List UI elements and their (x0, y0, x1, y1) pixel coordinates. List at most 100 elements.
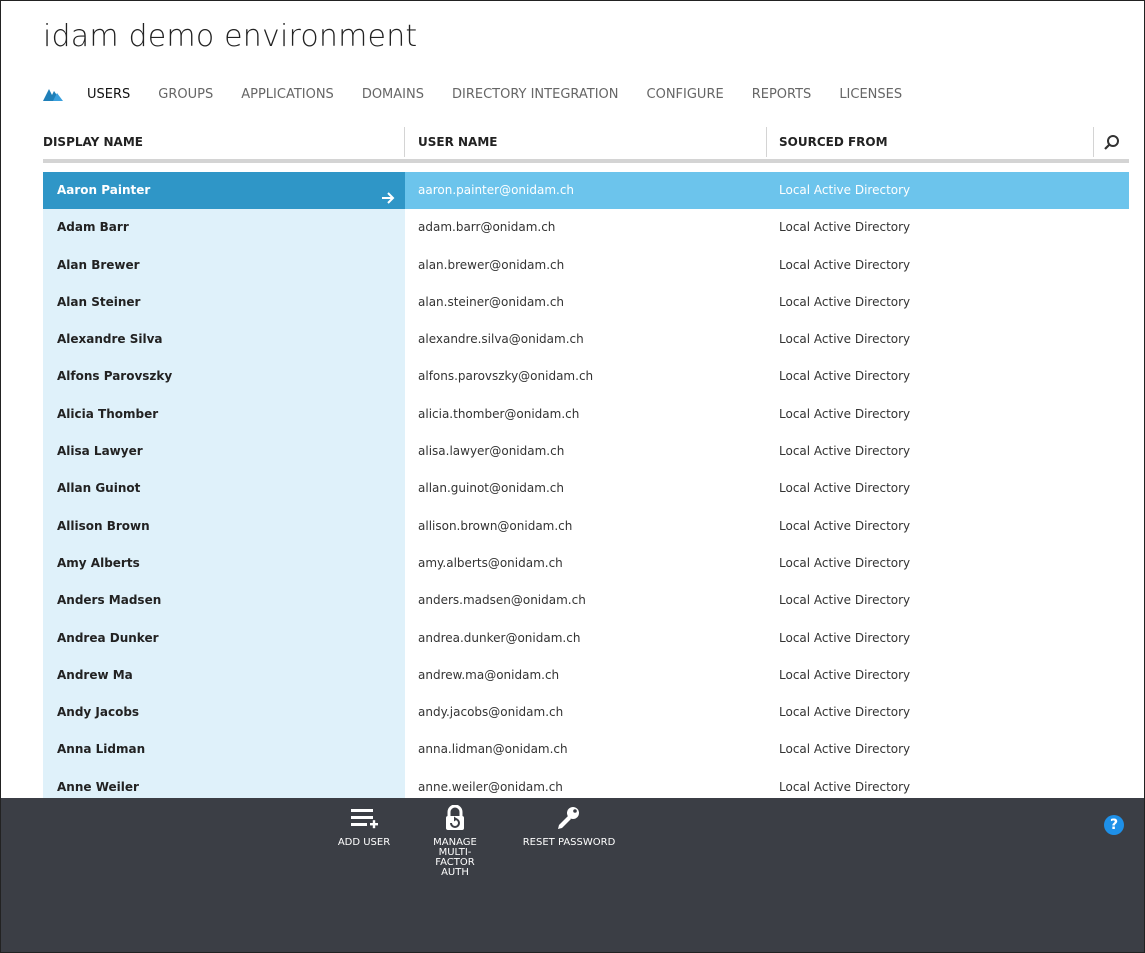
cell-sourced-from: Local Active Directory (779, 593, 911, 608)
cell-sourced-from: Local Active Directory (779, 369, 911, 384)
display-name-text: Amy Alberts (57, 555, 140, 570)
cell-display-name[interactable]: Alfons Parovszky (43, 358, 405, 396)
table-row[interactable]: Anna Lidman anna.lidman@onidam.ch Local Ac… (43, 731, 1129, 769)
cell-display-name[interactable]: Anna Lidman (43, 731, 405, 769)
portal-window: idam demo environment USERS GROUPS APPLI… (0, 0, 1145, 953)
tab-applications[interactable]: APPLICATIONS (241, 87, 334, 102)
cell-display-name[interactable]: Alexandre Silva (43, 321, 405, 359)
table-row[interactable]: Anders Madsen anders.madsen@onidam.ch Loca… (43, 582, 1129, 620)
cell-sourced-from: Local Active Directory (779, 555, 911, 570)
nav-bar: USERS GROUPS APPLICATIONS DOMAINS DIRECT… (41, 83, 930, 105)
cell-display-name[interactable]: Anders Madsen (43, 582, 405, 620)
table-row[interactable]: Alicia Thomber alicia.thomber@onidam.ch Lo… (43, 395, 1129, 434)
cell-display-name[interactable]: Andy Jacobs (43, 694, 405, 732)
cell-sourced-from: Local Active Directory (779, 667, 911, 682)
tab-licenses[interactable]: LICENSES (839, 87, 902, 102)
cell-user-name: alexandre.silva@onidam.ch (418, 332, 584, 347)
tab-reports[interactable]: REPORTS (752, 87, 812, 102)
table-row[interactable]: Andy Jacobs andy.jacobs@onidam.ch Local Ac… (43, 694, 1129, 732)
table-row[interactable]: Allan Guinot allan.guinot@onidam.ch Local … (43, 470, 1129, 508)
table-row[interactable]: Alan Brewer alan.brewer@onidam.ch Local Ac… (43, 246, 1129, 284)
column-divider[interactable] (766, 127, 767, 157)
cell-user-name: andrew.ma@onidam.ch (418, 667, 560, 682)
tab-domains[interactable]: DOMAINS (362, 87, 424, 102)
page-title: idam demo environment (43, 19, 418, 54)
cell-user-name: amy.alberts@onidam.ch (418, 555, 563, 570)
help-icon[interactable]: ? (1104, 815, 1124, 835)
cell-display-name[interactable]: Allan Guinot (43, 470, 405, 508)
display-name-text: Alfons Parovszky (57, 369, 173, 384)
display-name-text: Anne Weiler (57, 779, 139, 794)
add-user-label: ADD USER (337, 837, 391, 848)
arrow-right-icon[interactable] (381, 183, 395, 204)
table-row[interactable]: Aaron Painter aaron.painter@onidam.ch Loca… (43, 172, 1129, 210)
cell-display-name[interactable]: Alicia Thomber (43, 395, 405, 434)
cell-sourced-from: Local Active Directory (767, 172, 1129, 210)
header-display-name[interactable]: DISPLAY NAME (43, 125, 143, 159)
header-sourced-from[interactable]: SOURCED FROM (779, 125, 888, 159)
table-row[interactable]: Alan Steiner alan.steiner@onidam.ch Local … (43, 283, 1129, 322)
tab-directory-integration[interactable]: DIRECTORY INTEGRATION (452, 87, 619, 102)
table-row[interactable]: Alexandre Silva alexandre.silva@onidam.ch… (43, 321, 1129, 359)
cell-sourced-from: Local Active Directory (779, 332, 911, 347)
cell-sourced-from: Local Active Directory (779, 406, 911, 421)
cell-display-name[interactable]: Adam Barr (43, 209, 405, 247)
cloud-icon[interactable] (41, 85, 67, 103)
cell-user-name: andrea.dunker@onidam.ch (418, 630, 581, 645)
display-name-text: Alisa Lawyer (57, 444, 143, 459)
cell-sourced-from: Local Active Directory (779, 294, 911, 309)
cell-display-name[interactable]: Andrea Dunker (43, 619, 405, 657)
cell-display-name[interactable]: Alan Brewer (43, 246, 405, 284)
cell-display-name[interactable]: Aaron Painter (43, 172, 405, 210)
cell-display-name[interactable]: Andrew Ma (43, 656, 405, 695)
display-name-text: Adam Barr (57, 220, 129, 235)
tab-users[interactable]: USERS (87, 87, 130, 102)
add-user-button[interactable]: ADD USER (337, 804, 391, 848)
lock-icon (423, 804, 487, 832)
tab-configure[interactable]: CONFIGURE (647, 87, 724, 102)
cell-sourced-from: Local Active Directory (779, 220, 911, 235)
table-row[interactable]: Alisa Lawyer alisa.lawyer@onidam.ch Local … (43, 433, 1129, 471)
cell-sourced-from: Local Active Directory (779, 444, 911, 459)
display-name-text: Andy Jacobs (57, 705, 140, 720)
cell-display-name[interactable]: Allison Brown (43, 507, 405, 545)
cell-user-name: alan.brewer@onidam.ch (418, 257, 565, 272)
search-icon[interactable] (1103, 134, 1121, 152)
table-row[interactable]: Andrea Dunker andrea.dunker@onidam.ch Loca… (43, 619, 1129, 657)
manage-mfa-label-line1: MANAGE MULTI- (433, 837, 477, 858)
cell-user-name: alicia.thomber@onidam.ch (418, 406, 580, 421)
display-name-text: Alexandre Silva (57, 332, 163, 347)
manage-mfa-button[interactable]: MANAGE MULTI- FACTOR AUTH (423, 804, 487, 878)
table-row[interactable]: Amy Alberts amy.alberts@onidam.ch Local Ac… (43, 544, 1129, 583)
cell-display-name[interactable]: Amy Alberts (43, 544, 405, 583)
display-name-text: Anna Lidman (57, 742, 146, 757)
cell-user-name: allison.brown@onidam.ch (418, 518, 573, 533)
table-row[interactable]: Adam Barr adam.barr@onidam.ch Local Active… (43, 209, 1129, 247)
column-divider (1093, 127, 1094, 157)
table-row[interactable]: Andrew Ma andrew.ma@onidam.ch Local Active… (43, 656, 1129, 695)
cell-user-name: alfons.parovszky@onidam.ch (418, 369, 594, 384)
cell-display-name[interactable]: Alan Steiner (43, 283, 405, 322)
cell-user-name: anna.lidman@onidam.ch (418, 742, 568, 757)
tab-groups[interactable]: GROUPS (158, 87, 213, 102)
column-divider[interactable] (404, 127, 405, 157)
table-header: DISPLAY NAME USER NAME SOURCED FROM (43, 125, 1129, 163)
display-name-text: Anders Madsen (57, 593, 162, 608)
cell-display-name[interactable]: Alisa Lawyer (43, 433, 405, 471)
display-name-text: Alicia Thomber (57, 406, 159, 421)
display-name-text: Alan Brewer (57, 257, 140, 272)
cell-sourced-from: Local Active Directory (779, 742, 911, 757)
key-icon (521, 804, 617, 832)
cell-user-name: adam.barr@onidam.ch (418, 220, 556, 235)
table-row[interactable]: Allison Brown allison.brown@onidam.ch Loca… (43, 507, 1129, 545)
cell-user-name: allan.guinot@onidam.ch (418, 481, 564, 496)
table-row[interactable]: Alfons Parovszky alfons.parovszky@onidam.… (43, 358, 1129, 396)
add-list-icon (337, 804, 391, 832)
cell-user-name: anders.madsen@onidam.ch (418, 593, 586, 608)
manage-mfa-label-line2: FACTOR AUTH (435, 857, 475, 878)
cell-sourced-from: Local Active Directory (779, 257, 911, 272)
cell-user-name: aaron.painter@onidam.ch (405, 172, 767, 210)
reset-password-button[interactable]: RESET PASSWORD (521, 804, 617, 848)
header-user-name[interactable]: USER NAME (418, 125, 497, 159)
reset-password-label: RESET PASSWORD (522, 837, 616, 848)
